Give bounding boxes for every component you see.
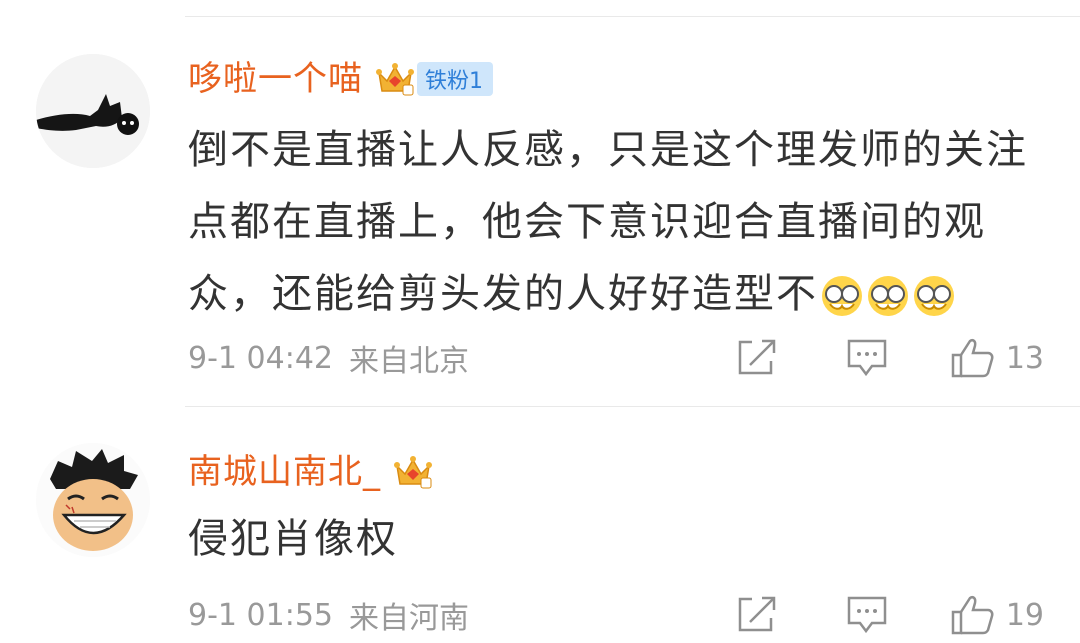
user-row: 哆啦一个喵 铁粉1 — [188, 52, 493, 106]
location: 来自河南 — [349, 601, 469, 636]
comment-icon — [846, 595, 888, 635]
comment-body: 侵犯肖像权 — [188, 516, 398, 562]
like-count: 13 — [1005, 340, 1044, 376]
glasses-cry-emoji-icon — [868, 276, 908, 316]
thumbs-up-icon — [950, 594, 996, 636]
timestamp: 9-1 01:55 — [188, 597, 333, 633]
comment-item: 哆啦一个喵 铁粉1 倒不是直播让人反感，只是这个理发师的关注点都在直播上，他会下… — [0, 0, 1080, 406]
comment-button[interactable] — [846, 595, 888, 635]
comment-text: 倒不是直播让人反感，只是这个理发师的关注点都在直播上，他会下意识迎合直播间的观众… — [188, 114, 1058, 330]
like-count: 19 — [1005, 597, 1044, 633]
share-icon — [736, 339, 778, 377]
timestamp: 9-1 04:42 — [188, 340, 333, 376]
comment-item: 南城山南北_ 侵犯肖像权 9-1 01:55 来自河南 19 — [0, 407, 1080, 643]
share-icon — [736, 596, 778, 634]
thumbs-up-icon — [950, 337, 996, 379]
glasses-cry-emoji-icon — [822, 276, 862, 316]
comment-text: 侵犯肖像权 — [188, 503, 1058, 575]
glasses-cry-emoji-icon — [914, 276, 954, 316]
emoji-group — [820, 274, 958, 318]
location: 来自北京 — [349, 344, 469, 379]
comment-actions: 13 — [736, 333, 1044, 383]
crown-badge-icon — [375, 59, 415, 99]
comment-meta: 9-1 01:55 来自河南 19 — [188, 590, 1044, 640]
like-button[interactable]: 13 — [950, 337, 1044, 379]
comment-list: 哆啦一个喵 铁粉1 倒不是直播让人反感，只是这个理发师的关注点都在直播上，他会下… — [0, 0, 1080, 643]
username[interactable]: 南城山南北_ — [188, 445, 381, 499]
comment-actions: 19 — [736, 590, 1044, 640]
fan-badge: 铁粉1 — [417, 62, 493, 96]
avatar[interactable] — [36, 54, 150, 168]
like-button[interactable]: 19 — [950, 594, 1044, 636]
crown-badge-icon — [393, 452, 433, 492]
share-button[interactable] — [736, 339, 778, 377]
share-button[interactable] — [736, 596, 778, 634]
user-row: 南城山南北_ — [188, 445, 433, 499]
comment-button[interactable] — [846, 338, 888, 378]
comment-icon — [846, 338, 888, 378]
avatar[interactable] — [36, 443, 150, 557]
username[interactable]: 哆啦一个喵 — [188, 52, 363, 106]
comment-meta: 9-1 04:42 来自北京 13 — [188, 333, 1044, 383]
